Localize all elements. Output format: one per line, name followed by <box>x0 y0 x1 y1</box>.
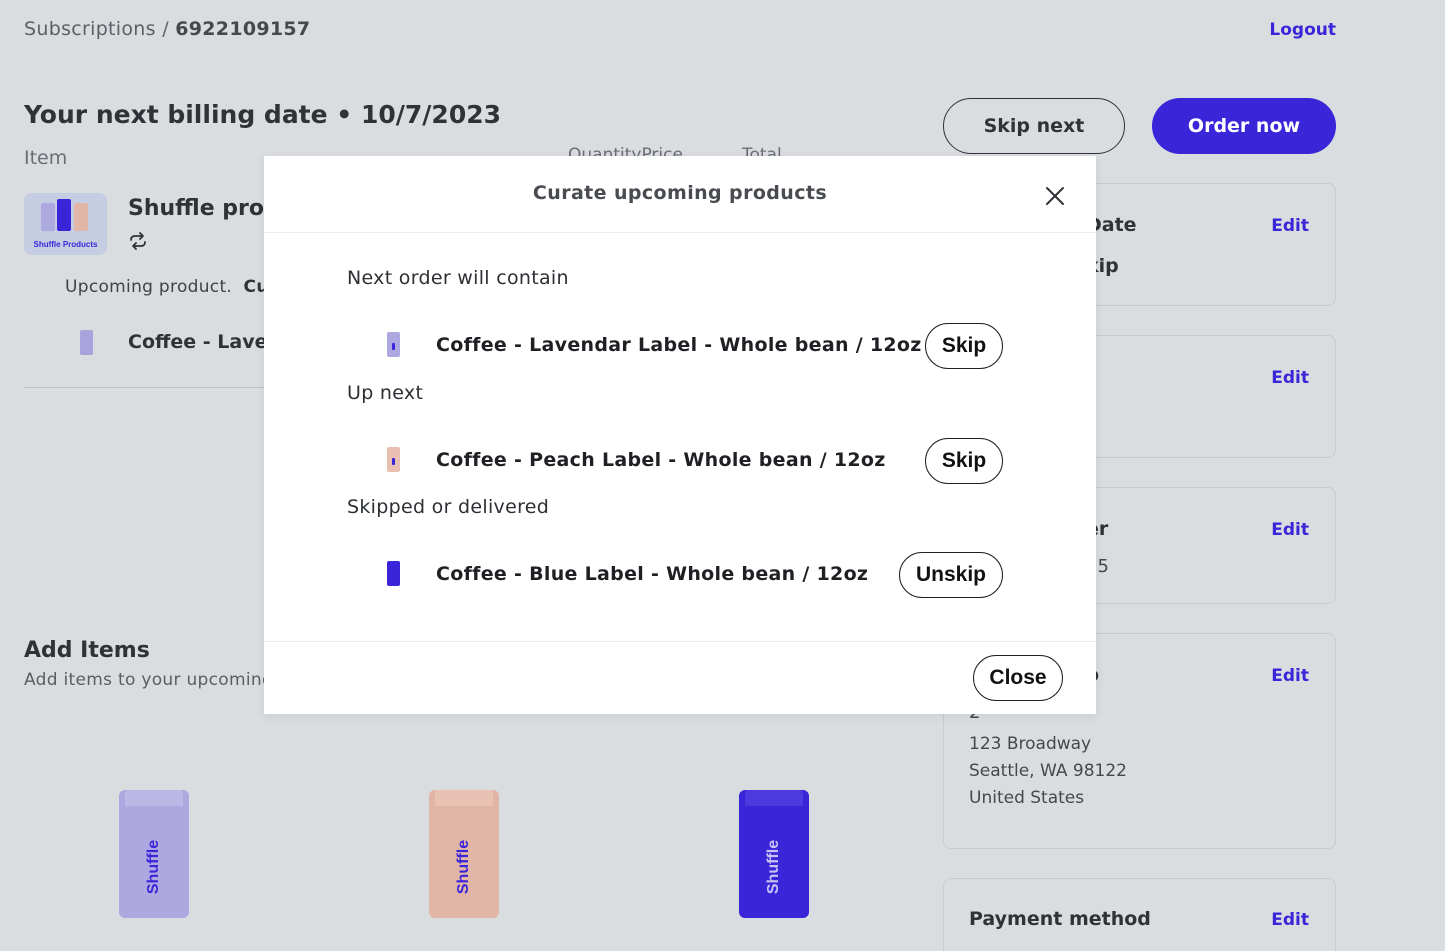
modal-footer: Close <box>264 641 1096 714</box>
upcoming-product-name: Coffee - Laven <box>128 331 282 353</box>
peach-coffee-bag-image[interactable]: Shuffle <box>429 790 499 918</box>
repeat-icon <box>130 232 146 250</box>
close-icon[interactable] <box>1044 185 1066 207</box>
modal-header: Curate upcoming products <box>264 156 1096 233</box>
product-name: Coffee - Lavendar Label - Whole bean / 1… <box>436 334 922 356</box>
product-name: Coffee - Blue Label - Whole bean / 12oz <box>436 563 869 585</box>
lavender-bag-icon <box>387 332 400 357</box>
thumbnail-caption: Shuffle Products <box>33 240 98 249</box>
bag-logo: Shuffle <box>145 839 162 894</box>
unskip-blue-button[interactable]: Unskip <box>899 552 1003 598</box>
modal-body: Next order will contain Coffee - Lavenda… <box>264 233 1096 640</box>
skip-peach-button[interactable]: Skip <box>925 438 1003 484</box>
edit-payment-link[interactable]: Edit <box>1271 910 1309 930</box>
next-billing-title: Your next billing date • 10/7/2023 <box>24 100 502 129</box>
blue-coffee-bag-image[interactable]: Shuffle <box>739 790 809 918</box>
bag-logo: Shuffle <box>765 839 782 894</box>
lavender-coffee-bag-image[interactable]: Shuffle <box>119 790 189 918</box>
blue-bag-icon <box>387 561 400 586</box>
subscription-item-title: Shuffle prod <box>128 196 280 221</box>
subscription-id: 6922109157 <box>175 18 311 40</box>
card-payment-method: Payment method Edit <box>943 878 1336 951</box>
shuffle-products-thumbnail: Shuffle Products <box>24 193 107 255</box>
add-items-subtitle: Add items to your upcoming o <box>24 670 290 690</box>
edit-frequency-link[interactable]: Edit <box>1271 368 1309 388</box>
peach-bag-icon <box>387 447 400 472</box>
order-now-button[interactable]: Order now <box>1152 98 1336 154</box>
skipped-product-row: Coffee - Blue Label - Whole bean / 12oz … <box>347 552 1003 598</box>
product-name: Coffee - Peach Label - Whole bean / 12oz <box>436 449 886 471</box>
column-header-item: Item <box>24 147 68 169</box>
bag-logo: Shuffle <box>455 839 472 894</box>
shipping-address: 123 Broadway Seattle, WA 98122 United St… <box>969 734 1127 808</box>
modal-title: Curate upcoming products <box>532 182 828 204</box>
section-next-order: Next order will contain <box>347 267 569 289</box>
breadcrumb-separator: / <box>155 18 176 40</box>
payment-method-title: Payment method <box>969 908 1151 930</box>
skip-lavender-button[interactable]: Skip <box>925 323 1003 369</box>
breadcrumb-subscriptions-link[interactable]: Subscriptions <box>24 18 156 40</box>
add-items-title: Add Items <box>24 638 150 663</box>
breadcrumb: Subscriptions / 6922109157 <box>24 18 310 40</box>
skip-next-button[interactable]: Skip next <box>943 98 1125 154</box>
section-skipped-delivered: Skipped or delivered <box>347 496 550 518</box>
edit-shipping-link[interactable]: Edit <box>1271 666 1309 686</box>
next-order-product-row: Coffee - Lavendar Label - Whole bean / 1… <box>347 323 1003 369</box>
up-next-product-row: Coffee - Peach Label - Whole bean / 12oz… <box>347 438 1003 484</box>
divider <box>24 387 274 388</box>
upcoming-product-text: Upcoming product. Cura <box>65 277 289 297</box>
close-button[interactable]: Close <box>973 655 1063 701</box>
edit-next-date-link[interactable]: Edit <box>1271 216 1309 236</box>
logout-link[interactable]: Logout <box>1269 20 1336 40</box>
curate-products-modal: Curate upcoming products Next order will… <box>264 156 1096 714</box>
section-up-next: Up next <box>347 382 424 404</box>
lavender-bag-icon <box>80 330 93 355</box>
edit-customer-link[interactable]: Edit <box>1271 520 1309 540</box>
